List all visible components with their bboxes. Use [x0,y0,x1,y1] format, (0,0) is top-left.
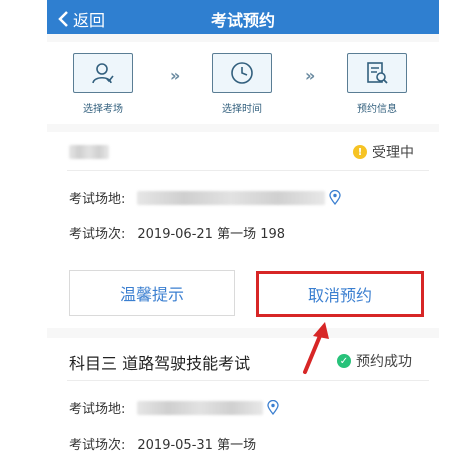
step-label: 选择考场 [83,104,123,115]
page-title: 考试预约 [210,11,275,30]
session-row: 考试场次: 2019-05-31 第一场 [69,434,256,453]
subject-title: 科目三 道路驾驶技能考试 [69,354,251,373]
booking-card-2: 科目三 道路驾驶技能考试 ✓ 预约成功 考试场地: 考试场次: 2019-05-… [47,338,439,470]
session-row: 考试场次: 2019-06-21 第一场 198 [69,223,285,242]
chevron-right-icon: » [170,66,181,85]
location-pin-icon[interactable] [329,190,342,205]
status-text: 受理中 [372,145,414,161]
location-label: 考试场地: [69,402,126,417]
step-select-time[interactable]: 选择时间 [212,53,272,115]
action-row: 温馨提示 取消预约 [47,254,439,328]
check-icon: ✓ [337,354,351,368]
step-select-venue[interactable]: 选择考场 [73,53,133,115]
blurred-location [137,400,264,415]
step-label: 选择时间 [222,104,262,115]
tips-button[interactable]: 温馨提示 [69,270,235,316]
status-badge: ! 受理中 [353,142,414,162]
location-pin-icon[interactable] [267,400,280,415]
pending-icon: ! [353,145,367,159]
step-booking-info[interactable]: 预约信息 [347,53,407,115]
divider [67,170,429,171]
step-box [347,53,407,93]
booking-card-1: ! 受理中 考试场地: 考试场次: 2019-06-21 第一场 198 [47,132,439,254]
session-label: 考试场次: [69,227,126,242]
step-box [212,53,272,93]
steps-bar: 选择考场 » 选择时间 » 预约信息 [47,42,439,124]
step-box [73,53,133,93]
session-value: 2019-05-31 第一场 [137,438,257,453]
status-text: 预约成功 [356,354,412,370]
step-label: 预约信息 [357,104,397,115]
document-search-icon [367,62,388,84]
blurred-subject [69,145,109,159]
status-badge: ✓ 预约成功 [337,351,412,371]
session-value: 2019-06-21 第一场 198 [137,227,286,242]
chevron-right-icon: » [305,66,316,85]
location-row: 考试场地: [69,188,342,207]
divider [67,380,429,381]
cancel-booking-button[interactable]: 取消预约 [256,271,424,317]
blurred-location [137,190,326,205]
user-icon [92,63,114,84]
location-label: 考试场地: [69,192,126,207]
app-frame: 返回 考试预约 选择考场 » 选择时间 » 预约信息 ! 受理中 考试场地: 考… [47,0,439,470]
clock-icon [231,62,253,84]
location-row: 考试场地: [69,398,280,417]
session-label: 考试场次: [69,438,126,453]
nav-bar: 返回 考试预约 [47,0,439,34]
